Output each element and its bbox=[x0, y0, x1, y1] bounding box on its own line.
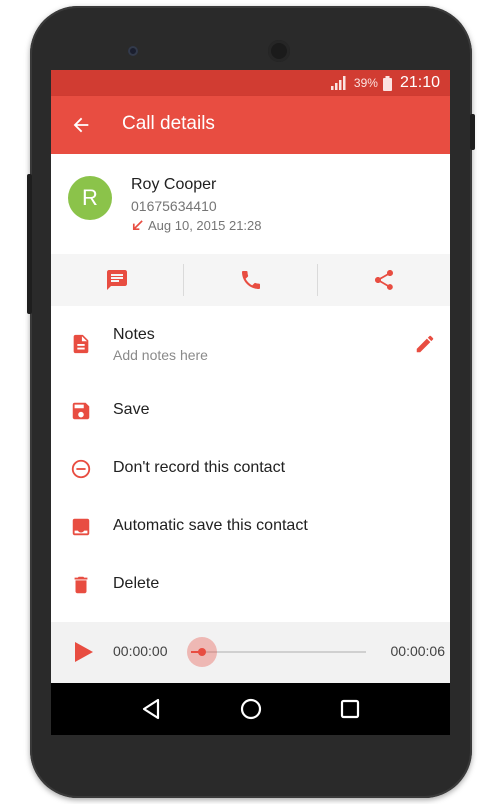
dont-record-item[interactable]: Don't record this contact bbox=[51, 440, 450, 498]
volume-button bbox=[27, 174, 32, 314]
app-bar: Call details bbox=[51, 96, 450, 154]
seek-thumb[interactable] bbox=[186, 637, 217, 667]
save-label: Save bbox=[113, 401, 150, 418]
dont-record-label: Don't record this contact bbox=[113, 459, 286, 476]
notes-item[interactable]: Notes Add notes here bbox=[51, 306, 450, 382]
delete-item[interactable]: Delete bbox=[51, 556, 450, 614]
screen: 39% 21:10 Call details R Roy Cooper 0167… bbox=[51, 70, 450, 683]
phone-icon bbox=[241, 271, 260, 289]
notes-placeholder[interactable]: Add notes here bbox=[113, 347, 208, 363]
power-button bbox=[470, 114, 475, 150]
page-title: Call details bbox=[122, 113, 215, 134]
pencil-icon[interactable] bbox=[414, 333, 436, 355]
battery-icon bbox=[382, 75, 392, 91]
current-time: 00:00:00 bbox=[113, 643, 168, 659]
earpiece-speaker bbox=[268, 40, 290, 62]
total-time: 00:00:06 bbox=[390, 643, 446, 659]
message-button[interactable] bbox=[51, 254, 183, 306]
seek-bar[interactable] bbox=[186, 637, 366, 667]
call-date: Aug 10, 2015 21:28 bbox=[148, 218, 262, 233]
back-triangle-icon[interactable] bbox=[139, 696, 165, 722]
action-bar bbox=[51, 254, 450, 306]
share-icon bbox=[375, 270, 393, 290]
message-icon bbox=[107, 270, 127, 290]
options-list: Notes Add notes here Save Don't record t… bbox=[51, 306, 450, 614]
contact-name: Roy Cooper bbox=[131, 176, 217, 193]
document-icon bbox=[73, 334, 89, 354]
auto-save-label: Automatic save this contact bbox=[113, 517, 308, 534]
battery-percent: 39% bbox=[353, 76, 378, 90]
status-time: 21:10 bbox=[399, 74, 440, 91]
signal-icon bbox=[330, 76, 346, 90]
home-circle-icon[interactable] bbox=[238, 696, 264, 722]
contact-phone: 01675634410 bbox=[131, 198, 217, 214]
audio-player: 00:00:00 00:00:06 bbox=[51, 622, 450, 683]
save-icon bbox=[72, 402, 90, 420]
notes-label: Notes bbox=[113, 326, 155, 343]
status-bar: 39% 21:10 bbox=[51, 70, 450, 96]
auto-save-item[interactable]: Automatic save this contact bbox=[51, 498, 450, 556]
call-button[interactable] bbox=[184, 254, 317, 306]
incoming-call-arrow-icon bbox=[132, 220, 143, 231]
recents-square-icon[interactable] bbox=[337, 696, 363, 722]
navigation-bar bbox=[51, 683, 450, 735]
share-button[interactable] bbox=[318, 254, 450, 306]
play-icon[interactable] bbox=[71, 640, 95, 664]
download-box-icon bbox=[72, 518, 90, 536]
minus-circle-icon bbox=[71, 459, 91, 479]
contact-header: R Roy Cooper 01675634410 Aug 10, 2015 21… bbox=[51, 154, 450, 254]
call-date-row: Aug 10, 2015 21:28 bbox=[131, 218, 262, 233]
save-item[interactable]: Save bbox=[51, 382, 450, 440]
arrow-left-icon[interactable] bbox=[70, 114, 92, 136]
avatar: R bbox=[68, 176, 112, 220]
front-camera bbox=[128, 46, 138, 56]
delete-label: Delete bbox=[113, 575, 160, 592]
trash-icon bbox=[74, 576, 88, 594]
